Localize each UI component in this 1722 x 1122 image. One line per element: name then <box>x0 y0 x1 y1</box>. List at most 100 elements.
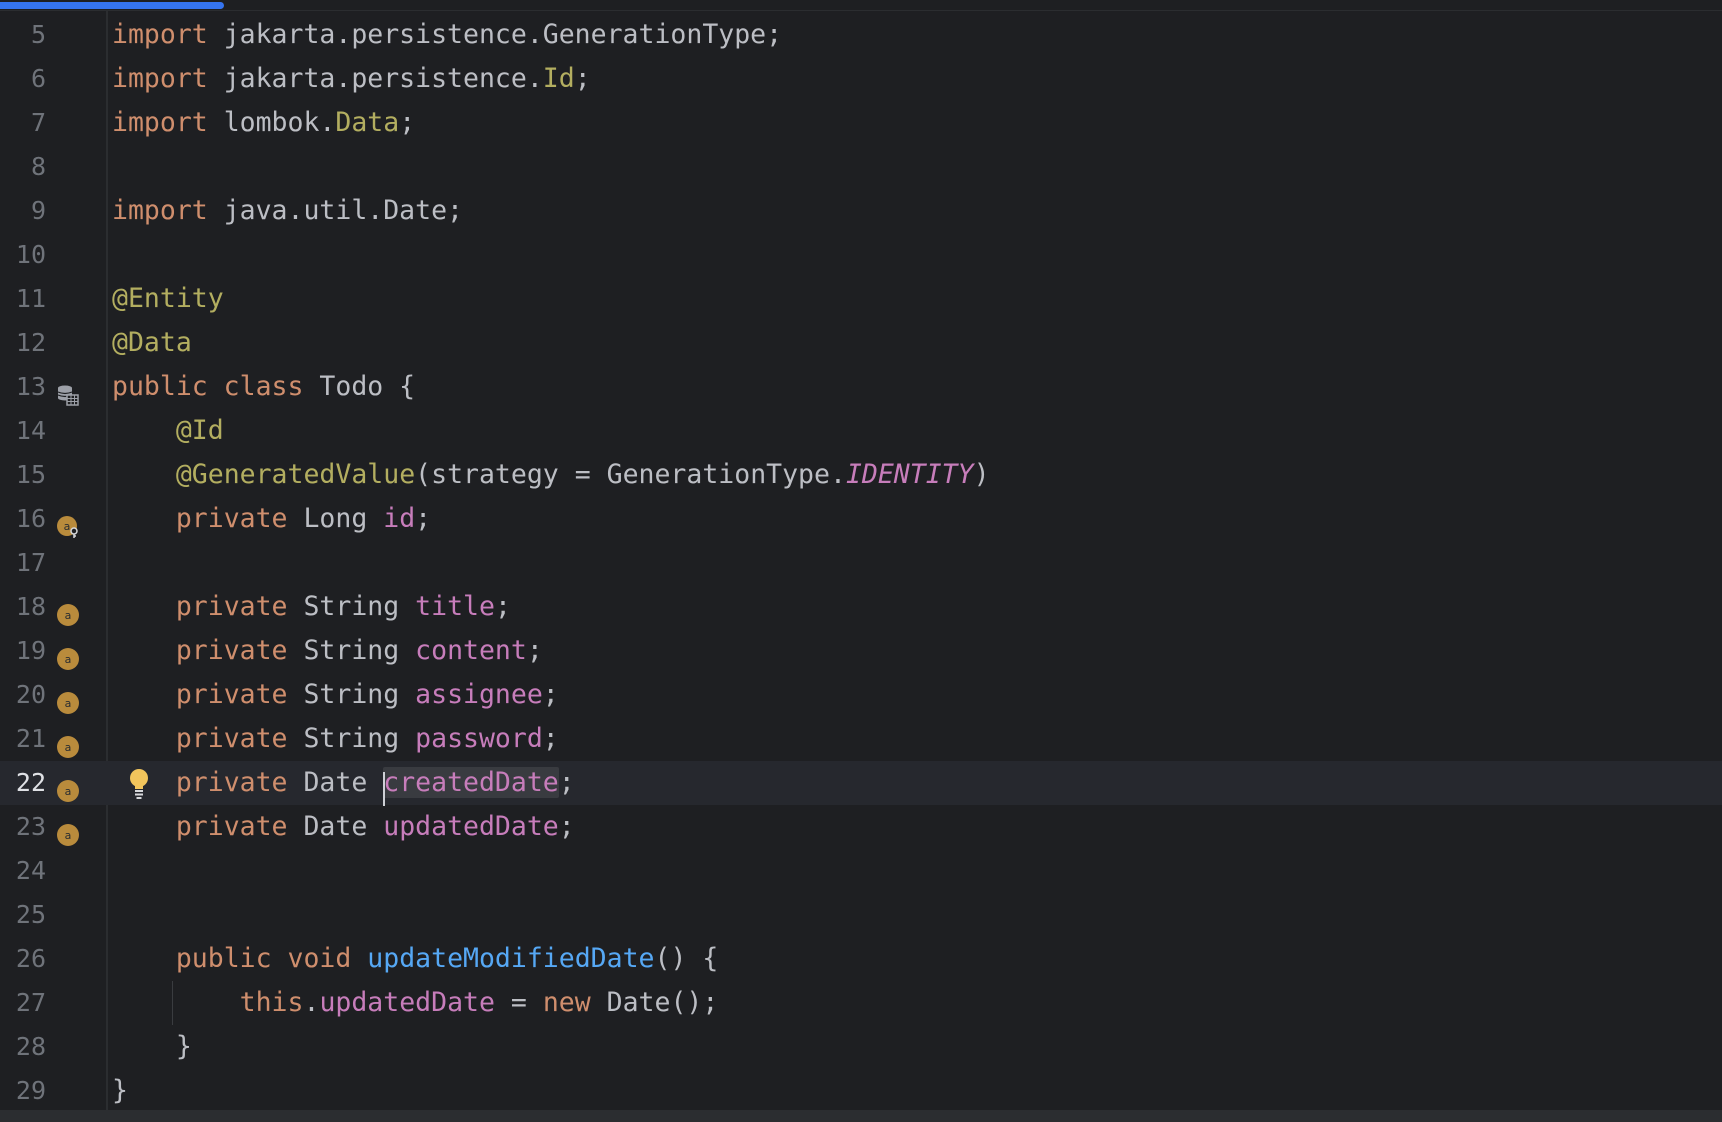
code-line[interactable]: 7 import lombok.Data; <box>0 101 1722 145</box>
code-token: private <box>175 679 288 710</box>
code-line[interactable]: 14 @Id <box>0 409 1722 453</box>
line-code[interactable]: import java.util.Date; <box>112 189 463 233</box>
line-number[interactable]: 7 <box>0 101 46 145</box>
code-token: (strategy = GenerationType. <box>415 459 846 490</box>
line-code[interactable]: this.updatedDate = new Date(); <box>112 981 719 1025</box>
code-token: private <box>175 503 288 534</box>
database-entity-icon[interactable] <box>57 376 79 406</box>
line-number[interactable]: 18 <box>0 585 46 629</box>
line-code[interactable]: } <box>112 1025 192 1069</box>
line-code[interactable]: private String password; <box>112 717 559 761</box>
code-line[interactable]: 20 a private String assignee; <box>0 673 1722 717</box>
field-attribute-icon[interactable]: a <box>57 728 79 758</box>
code-line[interactable]: 17 <box>0 541 1722 585</box>
line-code[interactable]: private String assignee; <box>112 673 559 717</box>
line-number[interactable]: 14 <box>0 409 46 453</box>
line-number[interactable]: 20 <box>0 673 46 717</box>
code-line[interactable]: 24 <box>0 849 1722 893</box>
code-line[interactable]: 29} <box>0 1069 1722 1113</box>
code-token: String <box>287 591 416 622</box>
line-number[interactable]: 6 <box>0 57 46 101</box>
code-line[interactable]: 19 a private String content; <box>0 629 1722 673</box>
field-attribute-icon[interactable]: a <box>57 596 79 626</box>
line-number[interactable]: 19 <box>0 629 46 673</box>
line-code[interactable]: import jakarta.persistence.GenerationTyp… <box>112 13 782 57</box>
line-number[interactable]: 21 <box>0 717 46 761</box>
line-number[interactable]: 27 <box>0 981 46 1025</box>
code-line[interactable]: 6 import jakarta.persistence.Id; <box>0 57 1722 101</box>
code-line[interactable]: 16 a private Long id; <box>0 497 1722 541</box>
line-number[interactable]: 13 <box>0 365 46 409</box>
code-editor[interactable]: 5 import jakarta.persistence.GenerationTy… <box>0 0 1722 1122</box>
code-token: assignee <box>415 679 543 710</box>
field-attribute-icon[interactable]: a <box>57 772 79 802</box>
code-line[interactable]: 23 a private Date updatedDate; <box>0 805 1722 849</box>
field-attribute-icon[interactable]: a <box>57 684 79 714</box>
code-line[interactable]: 8 <box>0 145 1722 189</box>
code-line[interactable]: 11 @Entity <box>0 277 1722 321</box>
line-code[interactable]: @Entity <box>112 277 224 321</box>
code-line[interactable]: 9 import java.util.Date; <box>0 189 1722 233</box>
line-code[interactable]: @Data <box>112 321 192 365</box>
code-token: import <box>112 19 208 50</box>
code-token: public class <box>112 371 304 402</box>
code-token: ; <box>526 635 543 666</box>
code-line[interactable]: 27 this.updatedDate = new Date(); <box>0 981 1722 1025</box>
line-code[interactable]: public class Todo { <box>112 365 415 409</box>
line-code[interactable]: @Id <box>112 409 224 453</box>
line-number[interactable]: 15 <box>0 453 46 497</box>
line-number[interactable]: 5 <box>0 13 46 57</box>
field-attribute-icon[interactable]: a <box>57 816 79 846</box>
line-code[interactable]: } <box>112 1069 128 1113</box>
code-token: Date(); <box>590 987 719 1018</box>
line-code[interactable]: public void updateModifiedDate() { <box>112 937 718 981</box>
code-token: ) <box>973 459 990 490</box>
code-line-current[interactable]: 22 a private Date createdDate; <box>0 761 1722 806</box>
line-code[interactable]: private Date createdDate; <box>112 761 575 806</box>
line-number[interactable]: 16 <box>0 497 46 541</box>
code-token: ; <box>542 679 559 710</box>
code-line[interactable]: 13 public class Todo { <box>0 365 1722 409</box>
line-code[interactable]: private String title; <box>112 585 511 629</box>
code-token: Date <box>287 767 384 798</box>
line-number[interactable]: 8 <box>0 145 46 189</box>
code-line[interactable]: 28 } <box>0 1025 1722 1069</box>
line-number[interactable]: 24 <box>0 849 46 893</box>
text-caret <box>383 772 386 806</box>
line-number[interactable]: 28 <box>0 1025 46 1069</box>
line-number[interactable]: 11 <box>0 277 46 321</box>
field-attribute-icon[interactable]: a <box>57 640 79 670</box>
line-number[interactable]: 29 <box>0 1069 46 1113</box>
line-code[interactable]: @GeneratedValue(strategy = GenerationTyp… <box>112 453 990 497</box>
code-line[interactable]: 15 @GeneratedValue(strategy = Generation… <box>0 453 1722 497</box>
line-number[interactable]: 10 <box>0 233 46 277</box>
line-code[interactable]: private String content; <box>112 629 543 673</box>
field-id-icon[interactable]: a <box>57 508 79 538</box>
code-lines[interactable]: 5 import jakarta.persistence.GenerationTy… <box>0 13 1722 1113</box>
code-line[interactable]: 10 <box>0 233 1722 277</box>
code-line[interactable]: 5 import jakarta.persistence.GenerationTy… <box>0 13 1722 57</box>
line-number[interactable]: 23 <box>0 805 46 849</box>
line-number[interactable]: 9 <box>0 189 46 233</box>
line-number[interactable]: 25 <box>0 893 46 937</box>
code-line[interactable]: 18 a private String title; <box>0 585 1722 629</box>
horizontal-scrollbar[interactable] <box>0 1110 1722 1122</box>
line-number[interactable]: 17 <box>0 541 46 585</box>
line-code[interactable]: private Long id; <box>112 497 431 541</box>
code-line[interactable]: 25 <box>0 893 1722 937</box>
code-token: . <box>303 987 320 1018</box>
line-code[interactable]: import lombok.Data; <box>112 101 415 145</box>
code-line[interactable]: 12 @Data <box>0 321 1722 365</box>
line-number[interactable]: 12 <box>0 321 46 365</box>
line-number[interactable]: 26 <box>0 937 46 981</box>
code-line[interactable]: 26 public void updateModifiedDate() { <box>0 937 1722 981</box>
line-number[interactable]: 22 <box>0 761 46 805</box>
code-line[interactable]: 21 a private String password; <box>0 717 1722 761</box>
code-token: String <box>287 679 416 710</box>
code-token: ; <box>415 503 432 534</box>
line-code[interactable]: private Date updatedDate; <box>112 805 575 849</box>
code-token: Data <box>335 107 400 138</box>
line-code[interactable]: import jakarta.persistence.Id; <box>112 57 591 101</box>
